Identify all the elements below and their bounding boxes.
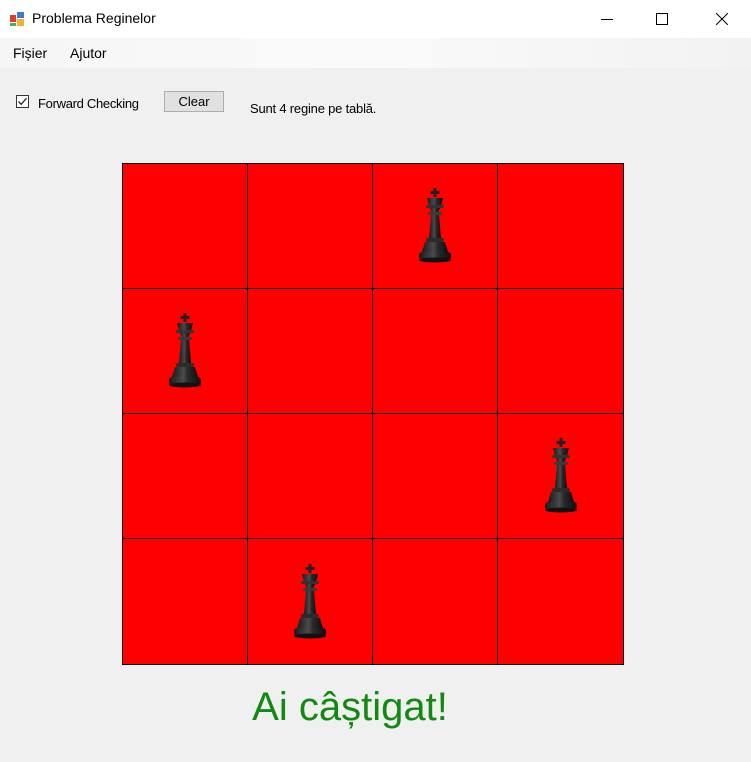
window-title: Problema Reginelor <box>32 10 156 26</box>
board-cell[interactable] <box>123 414 248 539</box>
board-cell[interactable] <box>373 289 498 414</box>
board-cell[interactable] <box>123 539 248 664</box>
forward-checking-label[interactable]: Forward Checking <box>38 96 139 111</box>
board-cell[interactable] <box>248 164 373 289</box>
app-icon <box>9 11 25 27</box>
menu-item-help[interactable]: Ajutor <box>70 45 107 61</box>
board-cell[interactable] <box>498 414 623 539</box>
board-cell[interactable] <box>498 164 623 289</box>
board-cell[interactable] <box>123 164 248 289</box>
board-cell[interactable] <box>373 164 498 289</box>
clear-button[interactable]: Clear <box>164 91 224 112</box>
maximize-icon <box>656 13 668 25</box>
menu-bar: Fișier Ajutor <box>0 38 751 68</box>
chess-queen-icon <box>542 438 580 514</box>
board-cell[interactable] <box>248 539 373 664</box>
close-button[interactable] <box>699 0 745 38</box>
minimize-icon <box>601 19 613 20</box>
menu-item-file[interactable]: Fișier <box>13 45 47 61</box>
board-cell[interactable] <box>248 289 373 414</box>
board-cell[interactable] <box>123 289 248 414</box>
result-message: Ai câștigat! <box>252 685 448 729</box>
minimize-button[interactable] <box>584 0 630 38</box>
title-bar: Problema Reginelor <box>0 0 751 38</box>
board-cell[interactable] <box>498 539 623 664</box>
board-cell[interactable] <box>498 289 623 414</box>
forward-checking-checkbox[interactable] <box>16 95 29 108</box>
chess-queen-icon <box>291 564 329 640</box>
close-icon <box>716 13 728 25</box>
board-cell[interactable] <box>373 539 498 664</box>
maximize-button[interactable] <box>639 0 685 38</box>
status-text: Sunt 4 regine pe tablă. <box>250 101 377 116</box>
board-cell[interactable] <box>373 414 498 539</box>
board-cell[interactable] <box>248 414 373 539</box>
chess-queen-icon <box>416 188 454 264</box>
chess-board <box>122 163 624 665</box>
chess-queen-icon <box>166 313 204 389</box>
checkmark-icon <box>18 97 27 106</box>
